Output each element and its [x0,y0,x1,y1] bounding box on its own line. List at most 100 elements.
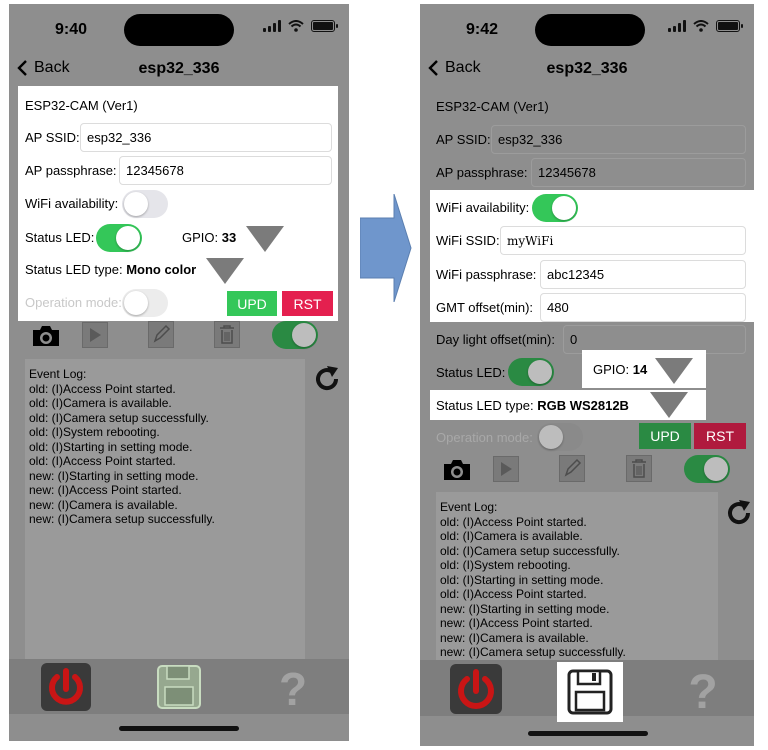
page-title: esp32_336 [546,60,628,77]
log-line: old: (I)Camera setup successfully. [440,543,620,558]
log-line: new: (I)Starting in setting mode. [440,601,610,616]
operation-mode-toggle [122,289,168,317]
ap-passphrase-label: AP passphrase: [25,163,117,178]
log-line: new: (I)Access Point started. [440,616,593,630]
save-highlight [557,662,623,722]
camera-icon[interactable] [442,458,472,482]
status-led-toggle[interactable] [96,224,142,252]
home-indicator [119,726,239,731]
pencil-icon[interactable] [559,455,585,482]
log-line: new: (I)Camera is available. [440,630,589,645]
help-icon[interactable]: ? [273,663,313,711]
camera-stream-toggle[interactable] [684,455,730,483]
led-type-value: RGB WS2812B [537,398,629,413]
status-led-label: Status LED: [436,365,506,380]
device-name: ESP32-CAM (Ver1) [25,98,138,113]
status-bar: 9:42 [420,4,754,56]
pencil-icon[interactable] [148,321,174,348]
operation-mode-toggle [537,423,583,451]
log-line: Event Log: [29,367,87,381]
signal-icon [668,20,686,32]
power-icon[interactable] [41,663,91,711]
wifi-passphrase-field[interactable]: abc12345 [540,260,746,289]
home-indicator [528,731,648,736]
power-icon[interactable] [450,664,502,714]
ap-ssid-label: AP SSID: [436,132,491,147]
rst-button[interactable]: RST [282,291,333,316]
gpio-highlight: GPIO: 14 [582,350,706,388]
log-line: old: (I)Camera setup successfully. [29,410,209,425]
tab-bar: ? [9,659,349,714]
wifi-availability-label: WiFi availability: [436,200,530,215]
led-type-dropdown-icon[interactable] [650,392,688,418]
ap-passphrase-field[interactable]: 12345678 [531,158,746,187]
log-line: old: (I)Starting in setting mode. [440,572,604,587]
led-type-value: Mono color [126,262,197,277]
trash-icon[interactable] [626,455,652,482]
gpio-value: 14 [632,362,648,377]
led-type-dropdown-icon[interactable] [206,258,244,284]
led-type-label: Status LED type: Mono color [25,262,197,277]
rst-button[interactable]: RST [694,423,746,449]
play-icon[interactable] [493,456,519,482]
log-line: old: (I)Access Point started. [440,587,587,601]
log-line: old: (I)System rebooting. [29,425,160,439]
log-line: old: (I)Camera is available. [440,529,583,543]
ap-ssid-field[interactable]: esp32_336 [80,123,332,152]
refresh-icon[interactable] [724,498,754,528]
operation-mode-label: Operation mode: [25,295,122,310]
wifi-ssid-label: WiFi SSID: [436,233,500,248]
wifi-icon [288,20,304,32]
help-icon[interactable]: ? [683,664,723,714]
gpio-dropdown-icon[interactable] [246,226,284,252]
gpio-value: 33 [221,230,237,245]
wifi-icon [693,20,709,32]
status-bar: 9:40 [9,4,349,56]
tab-bar: ? [420,660,754,722]
dynamic-island [535,14,645,46]
event-log: Event Log: old: (I)Access Point started.… [25,359,305,659]
led-type-label: Status LED type: RGB WS2812B [436,398,629,413]
page-title: esp32_336 [138,60,220,77]
wifi-availability-toggle[interactable] [122,190,168,218]
gpio-dropdown-icon[interactable] [655,358,693,384]
log-line: new: (I)Access Point started. [29,483,182,497]
settings-panel: ESP32-CAM (Ver1) AP SSID: esp32_336 AP p… [18,86,338,321]
wifi-settings-panel: WiFi availability: WiFi SSID: myWiFi WiF… [430,190,754,322]
camera-stream-toggle[interactable] [272,321,318,349]
play-icon[interactable] [82,322,108,348]
signal-icon [263,20,281,32]
log-line: old: (I)Access Point started. [440,514,587,529]
log-line: old: (I)Access Point started. [29,454,176,468]
log-line: old: (I)Camera is available. [29,396,172,410]
gmt-offset-label: GMT offset(min): [436,300,534,315]
svg-text:?: ? [279,663,307,711]
status-led-label: Status LED: [25,230,95,245]
upd-button[interactable]: UPD [639,423,691,449]
ap-passphrase-field[interactable]: 12345678 [119,156,332,185]
nav-bar: Back esp32_336 [9,59,349,89]
dynamic-island [124,14,234,46]
nav-bar: Back esp32_336 [420,59,754,89]
upd-button[interactable]: UPD [227,291,277,316]
wifi-availability-toggle[interactable] [532,194,578,222]
wifi-ssid-field[interactable]: myWiFi [500,226,746,255]
save-icon[interactable] [154,663,204,711]
wifi-availability-label: WiFi availability: [25,196,119,211]
ap-passphrase-label: AP passphrase: [436,165,528,180]
wifi-passphrase-label: WiFi passphrase: [436,267,537,282]
led-type-highlight: Status LED type: RGB WS2812B [430,390,706,420]
ap-ssid-field[interactable]: esp32_336 [491,125,746,154]
ap-ssid-label: AP SSID: [25,130,80,145]
camera-icon[interactable] [31,324,61,348]
battery-icon [311,20,338,32]
phone-screen-after: 9:42 Back esp32_336 ESP32-CAM (Ver1) AP … [420,4,754,746]
status-led-toggle[interactable] [508,358,554,386]
save-icon[interactable] [565,668,615,716]
event-log: Event Log: old: (I)Access Point started.… [436,492,718,660]
trash-icon[interactable] [214,321,240,348]
gpio-label: GPIO: 33 [182,230,237,245]
refresh-icon[interactable] [312,364,342,394]
gmt-offset-field[interactable]: 480 [540,293,746,322]
log-line: new: (I)Camera is available. [29,497,178,512]
